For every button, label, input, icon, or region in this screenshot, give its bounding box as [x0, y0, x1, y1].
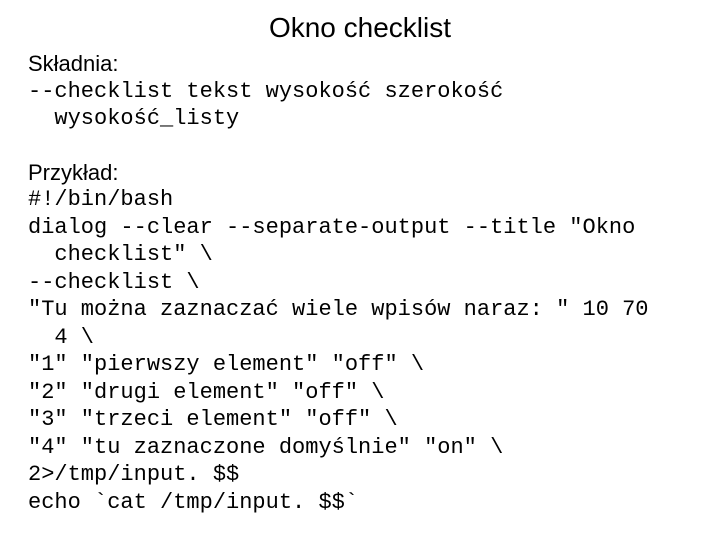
slide: Okno checklist Składnia: --checklist tek…	[0, 0, 720, 540]
section-gap	[28, 133, 692, 159]
syntax-label: Składnia:	[28, 50, 692, 78]
slide-title: Okno checklist	[28, 12, 692, 44]
syntax-code: --checklist tekst wysokość szerokość wys…	[28, 78, 692, 133]
example-label: Przykład:	[28, 159, 692, 187]
example-code: #!/bin/bash dialog --clear --separate-ou…	[28, 186, 692, 516]
